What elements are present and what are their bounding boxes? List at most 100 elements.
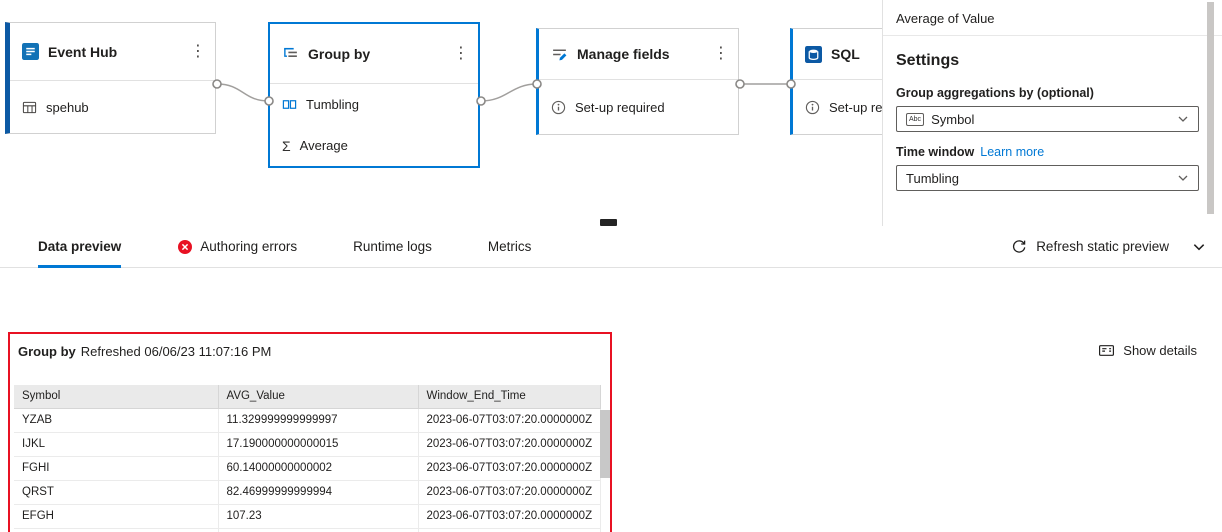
cell-window-end-time: 2023-06-07T03:07:20.0000000Z (418, 528, 601, 532)
settings-panel: Average of Value Settings Group aggregat… (882, 0, 1222, 226)
cell-window-end-time: 2023-06-07T03:07:20.0000000Z (418, 432, 601, 457)
preview-table: Symbol AVG_Value Window_End_Time YZAB 11… (14, 385, 601, 532)
panel-title: Average of Value (896, 11, 995, 26)
cell-window-end-time: 2023-06-07T03:07:20.0000000Z (418, 456, 601, 481)
collapse-pane-chevron-icon[interactable] (1192, 240, 1206, 254)
table-row: IJKL 17.190000000000015 2023-06-07T03:07… (14, 432, 601, 457)
node-row-tumbling[interactable]: Tumbling (270, 84, 478, 125)
node-title: Event Hub (48, 43, 118, 60)
manage-fields-icon (551, 46, 568, 63)
node-row-average[interactable]: Σ Average (270, 125, 478, 166)
tab-metrics[interactable]: Metrics (488, 226, 532, 268)
column-header: Symbol (14, 385, 219, 409)
group-aggregations-dropdown[interactable]: Abc Symbol (896, 106, 1199, 132)
error-icon (178, 239, 193, 254)
text-type-icon: Abc (906, 112, 925, 126)
connector-line (480, 83, 538, 102)
connector-line (216, 83, 270, 102)
tab-label: Data preview (38, 239, 122, 254)
time-window-dropdown[interactable]: Tumbling (896, 165, 1199, 191)
tab-runtime-logs[interactable]: Runtime logs (353, 226, 432, 268)
cell-symbol: YZAB (14, 408, 219, 433)
chevron-down-icon (1178, 116, 1188, 122)
node-row-label: Set-up required (575, 99, 665, 115)
settings-heading: Settings (896, 52, 960, 69)
node-row-label: Average (299, 138, 348, 153)
preview-title: Group by Refreshed 06/06/23 11:07:16 PM (10, 334, 610, 359)
node-group-by-header: Group by ⋮ (270, 24, 478, 84)
column-header: Window_End_Time (418, 385, 601, 409)
cell-avg-value: 82.46999999999994 (218, 480, 419, 505)
node-row-label: Tumbling (306, 97, 359, 112)
preview-highlight-annotation: Group by Refreshed 06/06/23 11:07:16 PM S… (8, 332, 612, 532)
table-row: YZAB 11.329999999999997 2023-06-07T03:07… (14, 408, 601, 433)
refresh-static-preview-button[interactable]: Refresh static preview (1011, 239, 1169, 255)
cell-window-end-time: 2023-06-07T03:07:20.0000000Z (418, 504, 601, 529)
node-manage-fields[interactable]: Manage fields ⋮ Set-up required (536, 28, 739, 135)
panel-scrollbar-thumb[interactable] (1207, 2, 1214, 214)
sql-database-icon (805, 45, 822, 63)
node-manage-fields-header: Manage fields ⋮ (539, 29, 738, 80)
node-event-hub[interactable]: Event Hub ⋮ spehub (5, 22, 216, 134)
refresh-label: Refresh static preview (1036, 239, 1169, 254)
cell-symbol: EFGH (14, 504, 219, 529)
tab-label: Authoring errors (200, 239, 298, 254)
table-icon (22, 100, 37, 115)
tab-authoring-errors[interactable]: Authoring errors (177, 226, 297, 268)
node-menu-button[interactable]: ⋮ (710, 46, 732, 62)
group-by-icon (282, 45, 299, 62)
sigma-icon: Σ (282, 137, 291, 154)
cell-symbol: QRST (14, 480, 219, 505)
panel-scrollbar[interactable] (1207, 2, 1214, 214)
app-window: Event Hub ⋮ spehub Group by ⋮ Tumbling Σ… (0, 0, 1222, 532)
cell-window-end-time: 2023-06-07T03:07:20.0000000Z (418, 480, 601, 505)
node-row-spehub[interactable]: spehub (10, 81, 215, 133)
cell-avg-value: 119.81 (218, 528, 419, 532)
dropdown-value: Tumbling (906, 170, 959, 186)
table-row: EFGH 107.23 2023-06-07T03:07:20.0000000Z (14, 504, 601, 529)
node-row-setup-required[interactable]: Set-up required (539, 80, 738, 134)
group-aggregations-label: Group aggregations by (optional) (896, 86, 1094, 100)
cell-symbol: IJKL (14, 432, 219, 457)
node-group-by[interactable]: Group by ⋮ Tumbling Σ Average (268, 22, 480, 168)
refresh-icon (1013, 239, 1026, 253)
cell-avg-value: 107.23 (218, 504, 419, 529)
table-row: FGHI 60.14000000000002 2023-06-07T03:07:… (14, 456, 601, 481)
cell-avg-value: 11.329999999999997 (218, 408, 419, 433)
tumbling-window-icon (282, 97, 297, 112)
node-title: Group by (308, 45, 371, 62)
node-row-label: spehub (46, 99, 89, 115)
panel-resize-handle[interactable] (600, 219, 617, 226)
tab-data-preview[interactable]: Data preview (38, 226, 122, 268)
node-menu-button[interactable]: ⋮ (187, 43, 209, 60)
node-menu-button[interactable]: ⋮ (450, 45, 472, 62)
node-event-hub-header: Event Hub ⋮ (10, 23, 215, 81)
show-details-label: Show details (1123, 343, 1197, 358)
data-preview-area: Group by Refreshed 06/06/23 11:07:16 PM S… (0, 268, 1222, 532)
dropdown-value: Symbol (931, 111, 975, 127)
preview-source-label: Group by (18, 344, 76, 359)
diagram-canvas[interactable]: Event Hub ⋮ spehub Group by ⋮ Tumbling Σ… (0, 0, 960, 226)
table-header-row: Symbol AVG_Value Window_End_Time (14, 385, 601, 409)
cell-window-end-time: 2023-06-07T03:07:20.0000000Z (418, 408, 601, 433)
info-icon (805, 100, 820, 115)
cell-avg-value: 17.190000000000015 (218, 432, 419, 457)
table-scrollbar-thumb[interactable] (600, 410, 610, 478)
tab-label: Runtime logs (353, 239, 432, 254)
info-icon (551, 100, 566, 115)
table-row: QRST 82.46999999999994 2023-06-07T03:07:… (14, 480, 601, 505)
cell-symbol: FGHI (14, 456, 219, 481)
show-details-button[interactable]: Show details (1098, 342, 1197, 359)
tab-label: Metrics (487, 239, 532, 254)
learn-more-link[interactable]: Learn more (980, 145, 1044, 159)
node-title: Manage fields (577, 46, 670, 62)
cell-avg-value: 60.14000000000002 (218, 456, 419, 481)
tab-bar: Data preview Authoring errors Runtime lo… (0, 226, 1222, 268)
bottom-pane: Data preview Authoring errors Runtime lo… (0, 226, 1222, 532)
event-hub-icon (22, 43, 39, 60)
chevron-down-icon (1178, 175, 1188, 181)
show-details-icon (1099, 345, 1115, 356)
time-window-label: Time window (896, 145, 975, 159)
table-row: OPQR 119.81 2023-06-07T03:07:20.0000000Z (14, 528, 601, 532)
cell-symbol: OPQR (14, 528, 219, 532)
